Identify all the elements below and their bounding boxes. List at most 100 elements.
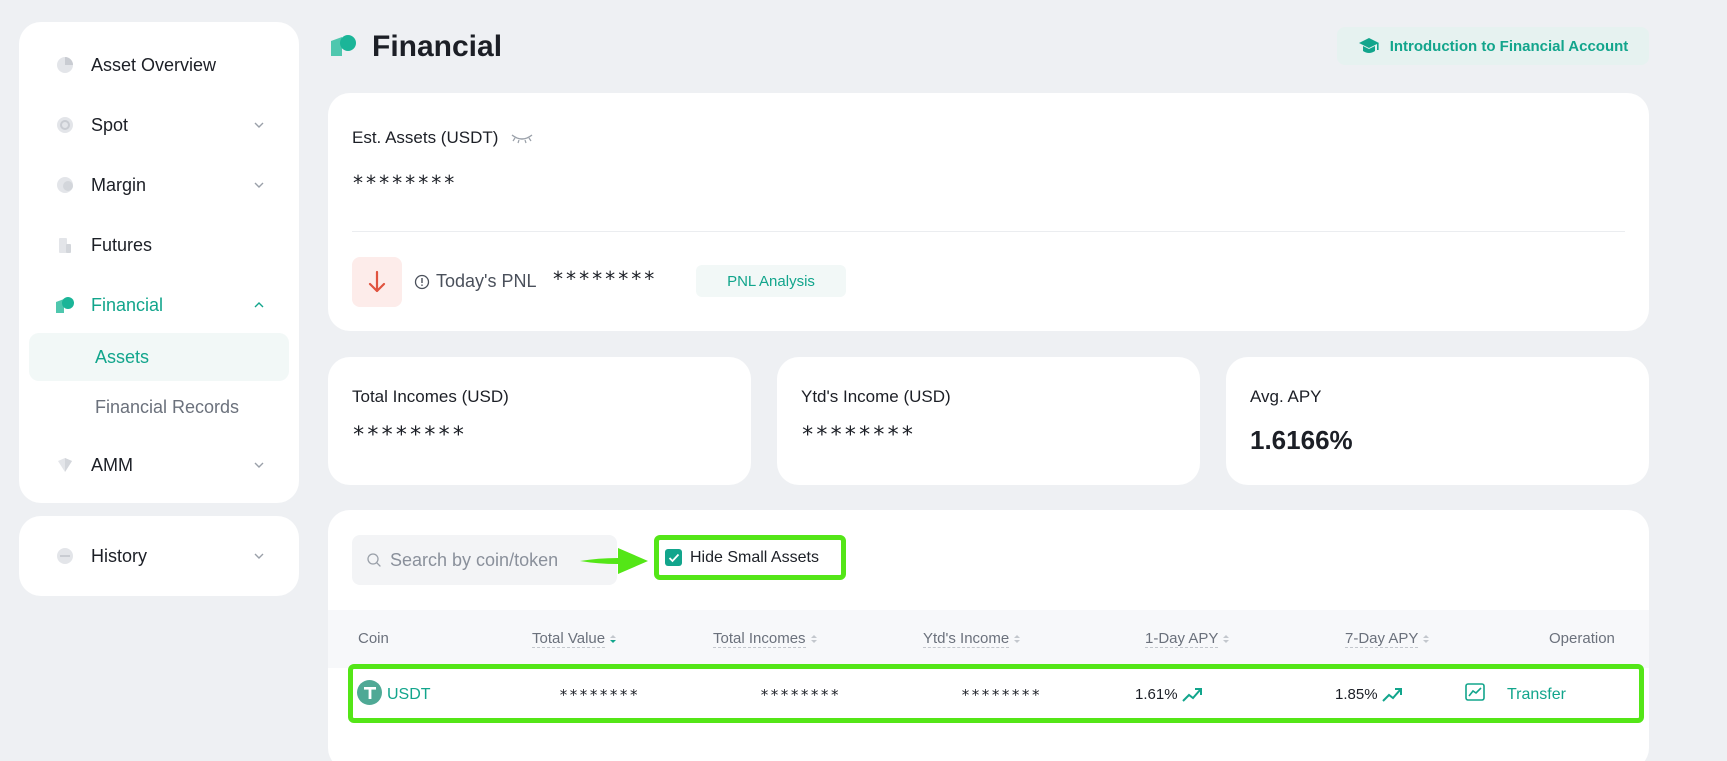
sidebar-item-asset-overview[interactable]: Asset Overview [19, 43, 299, 87]
sort-icon [610, 635, 617, 643]
hide-small-assets-label: Hide Small Assets [690, 548, 819, 566]
trend-up-icon [1181, 687, 1202, 702]
total-incomes-card: Total Incomes (USD) ******** [328, 357, 751, 485]
sidebar-item-label: Asset Overview [91, 54, 217, 75]
cell-total-incomes: ******** [760, 686, 841, 704]
est-assets-value: ******** [352, 171, 457, 195]
graduation-cap-icon [1358, 38, 1379, 53]
avg-apy-value: 1.6166% [1250, 425, 1353, 455]
search-icon [367, 553, 381, 567]
table-row[interactable]: USDT ******** ******** ******** 1.61% 1.… [348, 664, 1644, 723]
column-ytd-income[interactable]: Ytd's Income [923, 630, 1021, 648]
column-operation: Operation [1549, 630, 1615, 647]
transfer-link[interactable]: Transfer [1507, 686, 1566, 704]
ytd-income-label: Ytd's Income (USD) [801, 387, 951, 406]
page-header: Financial [330, 28, 502, 66]
chevron-up-icon [254, 302, 264, 308]
sort-icon [1423, 635, 1430, 643]
column-total-incomes[interactable]: Total Incomes [713, 630, 818, 648]
pnl-value: ******** [552, 267, 657, 291]
hide-small-assets-toggle[interactable]: Hide Small Assets [654, 535, 846, 580]
green-arrow-annotation [580, 548, 648, 574]
sort-icon [1223, 635, 1230, 643]
financial-icon [330, 33, 358, 62]
eye-closed-icon[interactable] [510, 131, 534, 145]
sidebar-item-label: Margin [91, 174, 147, 195]
sidebar-item-futures[interactable]: Futures [19, 223, 299, 267]
est-assets-label-row: Est. Assets (USDT) [352, 128, 534, 148]
sidebar-item-label: History [91, 545, 148, 566]
divider [352, 231, 1625, 232]
cell-1day-apy: 1.61% [1135, 686, 1202, 703]
intro-financial-account-button[interactable]: Introduction to Financial Account [1337, 27, 1649, 65]
checkmark-icon [668, 553, 679, 562]
avg-apy-card: Avg. APY 1.6166% [1226, 357, 1649, 485]
chart-icon[interactable] [1465, 683, 1485, 701]
sidebar-item-margin[interactable]: Margin [19, 163, 299, 207]
apy-value: 1.61% [1135, 686, 1178, 703]
ytd-income-value: ******** [801, 423, 915, 448]
cell-ytd-income: ******** [961, 686, 1042, 704]
pnl-label-row: Today's PNL [414, 271, 537, 292]
sidebar-item-label: Spot [91, 114, 129, 135]
arrow-down-icon [368, 270, 386, 293]
tether-coin-icon [357, 680, 382, 705]
financial-icon [55, 295, 75, 315]
pie-chart-icon [55, 55, 75, 75]
column-label: 1-Day APY [1145, 630, 1219, 648]
page-title: Financial [372, 30, 503, 63]
table-header: Coin Total Value Total Incomes Ytd's Inc… [328, 610, 1649, 668]
column-label: 7-Day APY [1345, 630, 1419, 648]
margin-icon [55, 175, 75, 195]
sidebar-subitem-label: Assets [95, 346, 150, 367]
sidebar-item-label: Futures [91, 234, 153, 255]
coin-name[interactable]: USDT [387, 686, 431, 704]
avg-apy-label: Avg. APY [1250, 387, 1322, 406]
chevron-down-icon [254, 122, 264, 128]
total-incomes-value: ******** [352, 423, 466, 448]
assets-table-card: Hide Small Assets Coin Total Value Total… [328, 510, 1649, 761]
pnl-analysis-button[interactable]: PNL Analysis [696, 265, 846, 297]
sidebar-item-amm[interactable]: AMM [19, 443, 299, 487]
sidebar-item-label: AMM [91, 454, 133, 475]
pnl-down-indicator [352, 257, 402, 307]
column-total-value[interactable]: Total Value [532, 630, 617, 648]
cell-7day-apy: 1.85% [1335, 686, 1402, 703]
est-assets-card: Est. Assets (USDT) ******** Today's PNL … [328, 93, 1649, 331]
info-icon[interactable] [414, 274, 430, 290]
trend-up-icon [1381, 687, 1402, 702]
history-icon [55, 546, 75, 566]
column-1day-apy[interactable]: 1-Day APY [1145, 630, 1230, 648]
amm-icon [55, 455, 75, 475]
intro-button-label: Introduction to Financial Account [1389, 37, 1629, 55]
futures-icon [55, 235, 75, 255]
sidebar-subitem-financial-records[interactable]: Financial Records [29, 383, 289, 431]
column-coin: Coin [358, 630, 389, 647]
pnl-label: Today's PNL [436, 271, 537, 291]
sidebar-item-spot[interactable]: Spot [19, 103, 299, 147]
search-input[interactable] [390, 545, 610, 575]
sidebar-subitem-assets[interactable]: Assets [29, 333, 289, 381]
checkbox-checked[interactable] [665, 549, 682, 566]
spot-icon [55, 115, 75, 135]
sort-icon [810, 635, 817, 643]
sidebar-nav: Asset Overview Spot Margin Futures Finan… [19, 22, 299, 503]
column-label: Ytd's Income [923, 630, 1010, 648]
sidebar-item-history[interactable]: History [19, 534, 299, 578]
chevron-down-icon [254, 182, 264, 188]
total-incomes-label: Total Incomes (USD) [352, 387, 509, 406]
sidebar-item-financial[interactable]: Financial [19, 283, 299, 327]
sidebar-subitem-label: Financial Records [95, 396, 240, 417]
est-assets-label: Est. Assets (USDT) [352, 128, 499, 147]
apy-value: 1.85% [1335, 686, 1378, 703]
cell-total-value: ******** [559, 686, 640, 704]
column-label: Total Incomes [713, 630, 806, 648]
column-7day-apy[interactable]: 7-Day APY [1345, 630, 1430, 648]
ytd-income-card: Ytd's Income (USD) ******** [777, 357, 1200, 485]
sidebar-item-label: Financial [91, 294, 164, 315]
column-label: Coin [358, 630, 389, 647]
sidebar-history-card: History [19, 516, 299, 596]
column-label: Total Value [532, 630, 606, 648]
column-label: Operation [1549, 630, 1615, 647]
chevron-down-icon [254, 553, 264, 559]
